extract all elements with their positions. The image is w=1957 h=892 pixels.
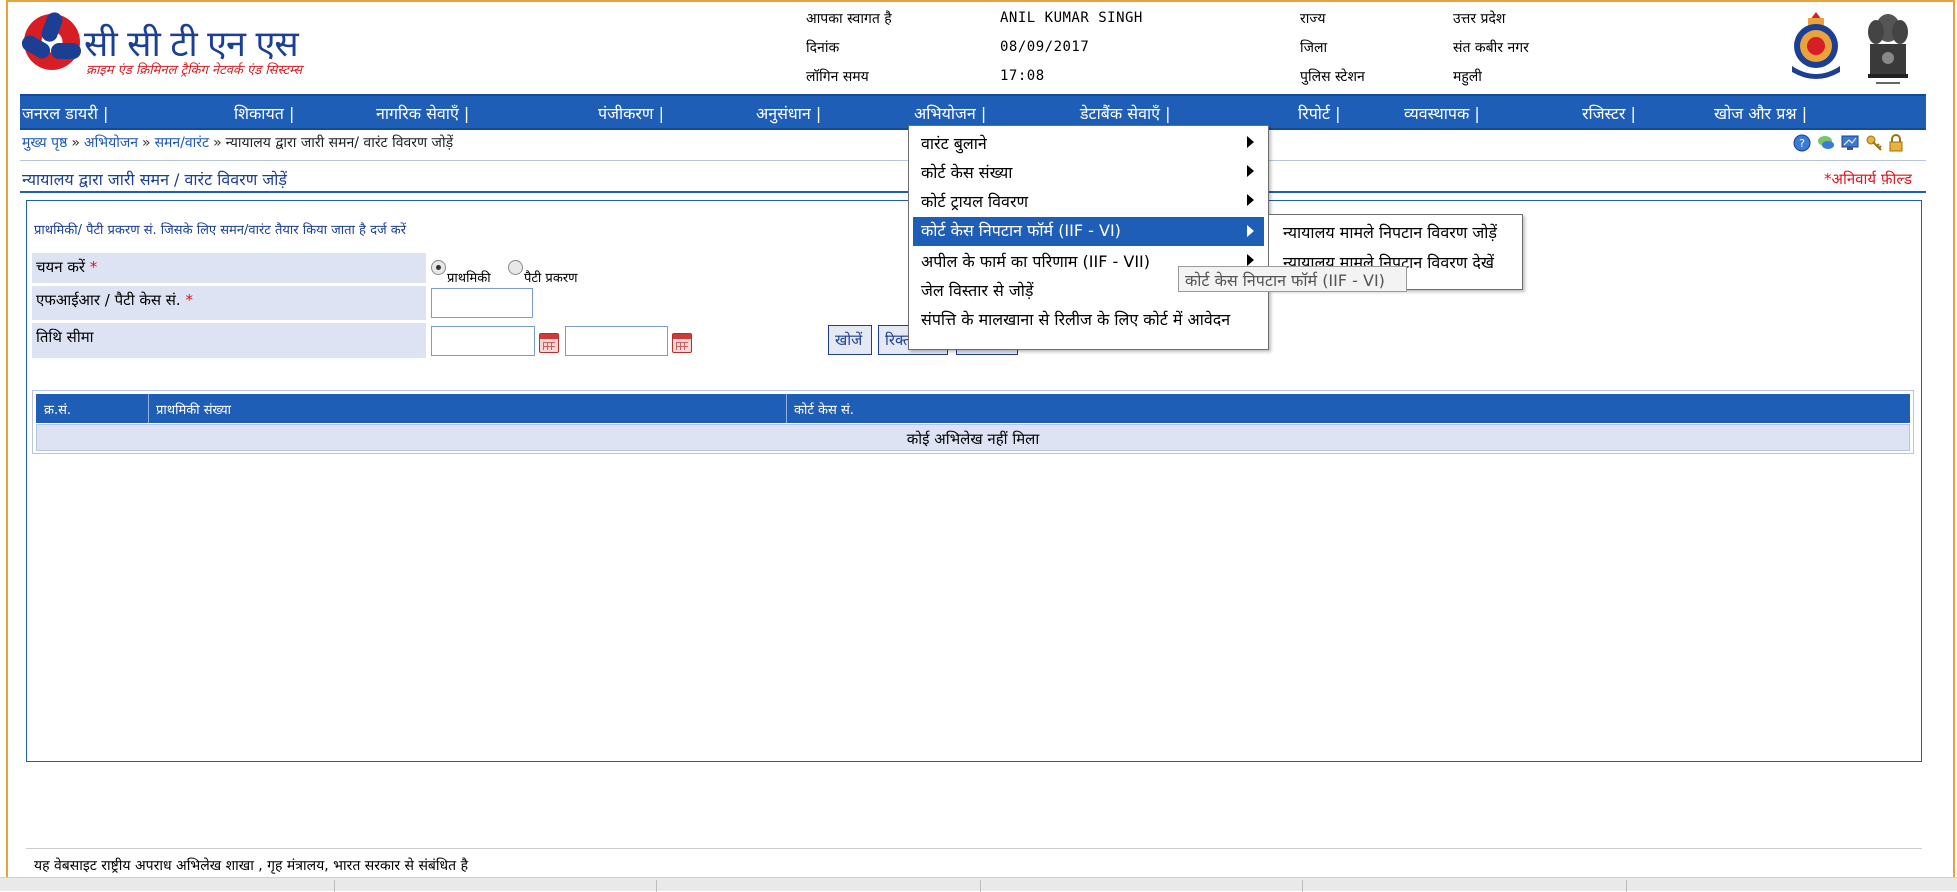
- nav-register[interactable]: रजिस्टर |: [1582, 102, 1636, 124]
- submenu-arrow-icon: [1247, 165, 1254, 177]
- date-to-input[interactable]: [565, 326, 668, 356]
- state-value: उत्तर प्रदेश: [1453, 11, 1506, 27]
- select-row: चयन करें *: [32, 253, 426, 283]
- radio-fir-label: प्राथमिकी: [447, 271, 491, 286]
- footer-text: यह वेबसाइट राष्ट्रीय अपराध अभिलेख शाखा ,…: [34, 858, 469, 874]
- submenu-item-add-disposal[interactable]: न्यायालय मामले निपटान विवरण जोड़ें: [1283, 221, 1497, 243]
- district-label: जिला: [1300, 40, 1328, 56]
- col-fir-number: प्राथमिकी संख्या: [156, 403, 231, 418]
- nav-prosecution[interactable]: अभियोजन |: [914, 102, 986, 124]
- radio-fir[interactable]: [431, 260, 446, 275]
- breadcrumb-home[interactable]: मुख्य पृष्ठ: [22, 135, 67, 151]
- nav-citizen-services[interactable]: नागरिक सेवाएँ |: [376, 102, 469, 124]
- lock-icon[interactable]: [1887, 134, 1905, 152]
- breadcrumb: मुख्य पृष्ठ» अभियोजन» समन/वारंट» न्यायालय द…: [22, 133, 453, 152]
- help-icon[interactable]: ?: [1793, 134, 1811, 152]
- key-icon[interactable]: [1865, 134, 1883, 152]
- fir-case-input[interactable]: [431, 288, 533, 318]
- menu-item-court-case-number[interactable]: कोर्ट केस संख्या: [921, 159, 1271, 185]
- submenu-arrow-icon: [1247, 254, 1254, 266]
- breadcrumb-sep: »: [142, 135, 151, 151]
- col-serial: क्र.सं.: [44, 403, 72, 418]
- select-label: चयन करें *: [36, 258, 98, 276]
- nav-complaint[interactable]: शिकायत |: [234, 102, 294, 124]
- date-range-label: तिथि सीमा: [36, 328, 94, 346]
- table-row: कोई अभिलेख नहीं मिला: [36, 424, 1910, 451]
- monitor-icon[interactable]: [1841, 134, 1859, 152]
- cctns-emblem-icon: [19, 10, 81, 70]
- mandatory-note: *अनिवार्य फ़ील्ड: [1824, 170, 1912, 188]
- breadcrumb-sep: »: [213, 135, 222, 151]
- page-title: न्यायालय द्वारा जारी समन / वारंट विवरण ज…: [22, 170, 287, 189]
- breadcrumb-prosecution[interactable]: अभियोजन: [84, 135, 138, 151]
- police-station-value: महुली: [1453, 69, 1482, 85]
- login-time-value: 17:08: [1000, 68, 1045, 84]
- nav-administrator[interactable]: व्यवस्थापक |: [1404, 102, 1480, 124]
- status-bar-separator: [1626, 880, 1627, 892]
- status-bar-separator: [1302, 880, 1303, 892]
- submenu-arrow-icon: [1247, 225, 1254, 237]
- up-police-emblem-icon: [1792, 12, 1840, 79]
- date-value: 08/09/2017: [1000, 39, 1090, 55]
- fir-case-row: एफआईआर / पैटी केस सं. *: [32, 286, 426, 320]
- table-header: क्र.सं. प्राथमिकी संख्या कोर्ट केस सं.: [36, 394, 1910, 423]
- status-bar: [0, 877, 1957, 892]
- prosecution-dropdown-menu: वारंट बुलाने कोर्ट केस संख्या कोर्ट ट्रा…: [908, 125, 1269, 350]
- fir-case-label: एफआईआर / पैटी केस सं. *: [36, 291, 193, 309]
- menu-item-court-trial-details[interactable]: कोर्ट ट्रायल विवरण: [921, 188, 1271, 214]
- logo-subtitle: क्राइम एंड क्रिमिनल ट्रैकिंग नेटवर्क एंड…: [86, 63, 303, 78]
- cctns-logo[interactable]: सी सी टी एन एस क्राइम एंड क्रिमिनल ट्रैक…: [19, 10, 384, 82]
- col-court-case-number: कोर्ट केस सं.: [794, 403, 854, 418]
- menu-item-property-release-application[interactable]: संपत्ति के मालखाना से रिलीज के लिए कोर्ट…: [921, 306, 1271, 332]
- col-separator: [148, 394, 149, 423]
- empty-message: कोई अभिलेख नहीं मिला: [906, 430, 1040, 448]
- status-bar-separator: [334, 880, 335, 892]
- police-station-label: पुलिस स्टेशन: [1300, 69, 1365, 85]
- nav-general-diary[interactable]: जनरल डायरी |: [22, 102, 108, 124]
- date-range-row: तिथि सीमा: [32, 323, 426, 358]
- nav-investigation[interactable]: अनुसंधान |: [756, 102, 821, 124]
- chat-icon[interactable]: [1817, 134, 1835, 152]
- status-bar-separator: [656, 880, 657, 892]
- form-heading: प्राथमिकी/ पैटी प्रकरण सं. जिसके लिए समन…: [34, 223, 407, 238]
- nav-report[interactable]: रिपोर्ट |: [1298, 102, 1340, 124]
- search-button[interactable]: खोजें: [828, 325, 872, 355]
- submenu-arrow-icon: [1247, 136, 1254, 148]
- district-value: संत कबीर नगर: [1453, 40, 1529, 56]
- welcome-label: आपका स्वागत है: [806, 11, 892, 27]
- menu-item-court-case-disposal-form[interactable]: कोर्ट केस निपटान फॉर्म (IIF - VI): [913, 217, 1264, 246]
- calendar-to-icon[interactable]: [672, 333, 692, 353]
- menu-tooltip: कोर्ट केस निपटान फॉर्म (IIF - VI): [1178, 266, 1407, 292]
- col-separator: [786, 394, 787, 423]
- date-label: दिनांक: [806, 40, 840, 56]
- breadcrumb-summon-warrant[interactable]: समन/वारंट: [155, 135, 210, 151]
- menu-item-warrant-call[interactable]: वारंट बुलाने: [921, 130, 1271, 156]
- nav-databank-services[interactable]: डेटाबैंक सेवाएँ |: [1080, 102, 1170, 124]
- radio-petty-label: पैटी प्रकरण: [524, 271, 578, 286]
- submenu-arrow-icon: [1247, 194, 1254, 206]
- national-emblem-icon: [1868, 14, 1908, 84]
- nav-search-query[interactable]: खोज और प्रश्न |: [1714, 102, 1807, 124]
- radio-petty-case[interactable]: [508, 260, 523, 275]
- calendar-from-icon[interactable]: [539, 333, 559, 353]
- date-from-input[interactable]: [431, 326, 535, 356]
- svg-text:?: ?: [1799, 137, 1805, 150]
- breadcrumb-current: न्यायालय द्वारा जारी समन/ वारंट विवरण जो…: [225, 135, 454, 151]
- breadcrumb-sep: »: [71, 135, 80, 151]
- footer-divider: [26, 848, 1922, 849]
- welcome-user: ANIL KUMAR SINGH: [1000, 10, 1143, 26]
- login-time-label: लॉगिन समय: [806, 69, 869, 85]
- nav-registration[interactable]: पंजीकरण |: [598, 102, 664, 124]
- header: सी सी टी एन एस क्राइम एंड क्रिमिनल ट्रैक…: [0, 0, 1957, 93]
- state-label: राज्य: [1300, 11, 1326, 27]
- status-bar-separator: [980, 880, 981, 892]
